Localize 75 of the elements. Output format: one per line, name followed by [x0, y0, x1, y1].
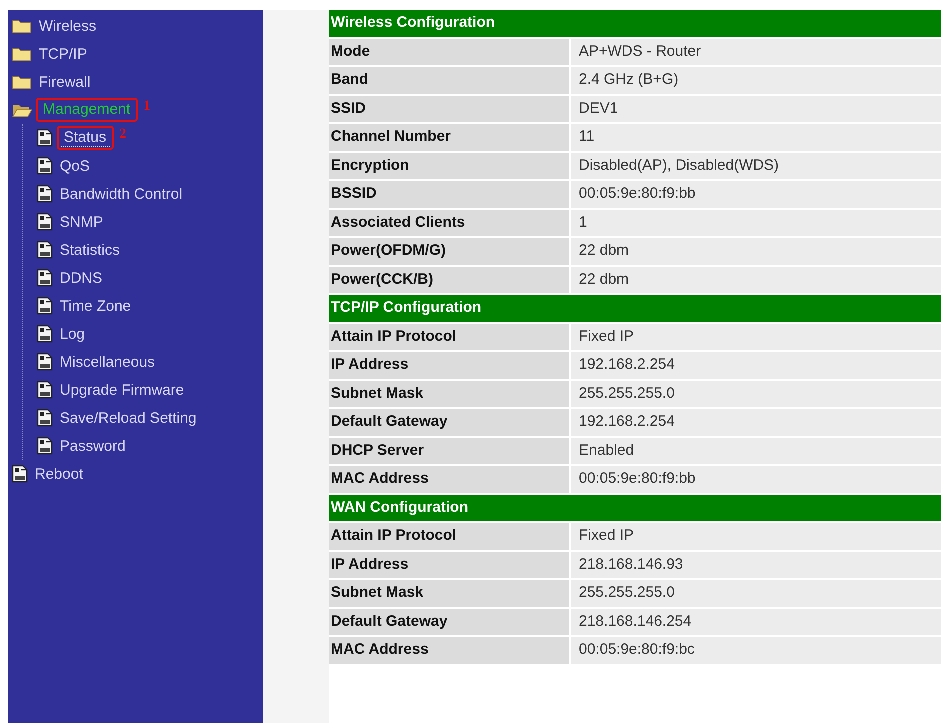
- page-icon: [37, 185, 53, 203]
- field-value: AP+WDS - Router: [571, 38, 941, 65]
- section-header: WAN Configuration: [329, 494, 941, 521]
- sidebar-item[interactable]: QoS: [57, 158, 94, 174]
- field-label: Power(CCK/B): [329, 266, 569, 293]
- annotation-number: 1: [144, 99, 151, 115]
- page-icon: [37, 297, 53, 315]
- field-label: BSSID: [329, 181, 569, 208]
- field-value: 255.255.255.0: [571, 380, 941, 407]
- field-label: Mode: [329, 38, 569, 65]
- section-header: Wireless Configuration: [329, 10, 941, 36]
- sidebar-item[interactable]: Bandwidth Control: [57, 186, 186, 202]
- field-value: Disabled(AP), Disabled(WDS): [571, 152, 941, 179]
- field-label: Associated Clients: [329, 210, 569, 236]
- field-label: Power(OFDM/G): [329, 238, 569, 264]
- sidebar-item[interactable]: Wireless: [36, 18, 100, 34]
- sidebar-item[interactable]: Miscellaneous: [57, 354, 158, 370]
- field-label: Channel Number: [329, 124, 569, 150]
- field-label: Subnet Mask: [329, 380, 569, 407]
- page-icon: [37, 269, 53, 287]
- field-value: 00:05:9e:80:f9:bb: [571, 181, 941, 208]
- sidebar-item[interactable]: Management: [40, 101, 134, 118]
- sidebar-item[interactable]: Status: [61, 129, 110, 147]
- sidebar-item[interactable]: Reboot: [32, 466, 86, 482]
- page-icon: [12, 465, 28, 483]
- field-label: IP Address: [329, 552, 569, 578]
- page-icon: [37, 409, 53, 427]
- field-value: DEV1: [571, 96, 941, 122]
- field-value: Enabled: [571, 438, 941, 464]
- field-value: 192.168.2.254: [571, 409, 941, 436]
- field-label: Default Gateway: [329, 608, 569, 635]
- sidebar-item[interactable]: Upgrade Firmware: [57, 382, 188, 398]
- field-label: Band: [329, 67, 569, 94]
- field-value: 22 dbm: [571, 266, 941, 293]
- sidebar-item[interactable]: Time Zone: [57, 298, 134, 314]
- page-icon: [37, 437, 53, 455]
- page-icon: [37, 157, 53, 175]
- section-header: TCP/IP Configuration: [329, 295, 941, 322]
- field-value: 192.168.2.254: [571, 352, 941, 378]
- sidebar-item[interactable]: Save/Reload Setting: [57, 410, 200, 426]
- field-label: Attain IP Protocol: [329, 523, 569, 550]
- field-value: 11: [571, 124, 941, 150]
- field-value: Fixed IP: [571, 523, 941, 550]
- sidebar-item[interactable]: SNMP: [57, 214, 106, 230]
- page-icon: [37, 381, 53, 399]
- field-value: 218.168.146.254: [571, 608, 941, 635]
- page-icon: [37, 325, 53, 343]
- sidebar-item[interactable]: Firewall: [36, 74, 94, 90]
- field-label: Encryption: [329, 152, 569, 179]
- field-label: Subnet Mask: [329, 580, 569, 606]
- sidebar-item[interactable]: TCP/IP: [36, 46, 90, 62]
- field-value: 218.168.146.93: [571, 552, 941, 578]
- field-label: DHCP Server: [329, 438, 569, 464]
- page-icon: [37, 241, 53, 259]
- field-value: 22 dbm: [571, 238, 941, 264]
- annotation-number: 2: [120, 127, 127, 143]
- sidebar-item[interactable]: Password: [57, 438, 129, 454]
- field-value: 255.255.255.0: [571, 580, 941, 606]
- field-label: IP Address: [329, 352, 569, 378]
- field-label: Default Gateway: [329, 409, 569, 436]
- field-value: 00:05:9e:80:f9:bb: [571, 466, 941, 492]
- page-icon: [37, 353, 53, 371]
- field-label: SSID: [329, 96, 569, 122]
- field-value: Fixed IP: [571, 324, 941, 350]
- field-label: Attain IP Protocol: [329, 324, 569, 350]
- page-icon: [37, 129, 53, 147]
- field-label: MAC Address: [329, 466, 569, 492]
- sidebar-item[interactable]: DDNS: [57, 270, 106, 286]
- field-value: 1: [571, 210, 941, 236]
- sidebar-item[interactable]: Statistics: [57, 242, 124, 258]
- field-value: 2.4 GHz (B+G): [571, 67, 941, 94]
- field-label: MAC Address: [329, 637, 569, 664]
- field-value: 00:05:9e:80:f9:bc: [571, 637, 941, 664]
- page-icon: [37, 213, 53, 231]
- sidebar-item[interactable]: Log: [57, 326, 88, 342]
